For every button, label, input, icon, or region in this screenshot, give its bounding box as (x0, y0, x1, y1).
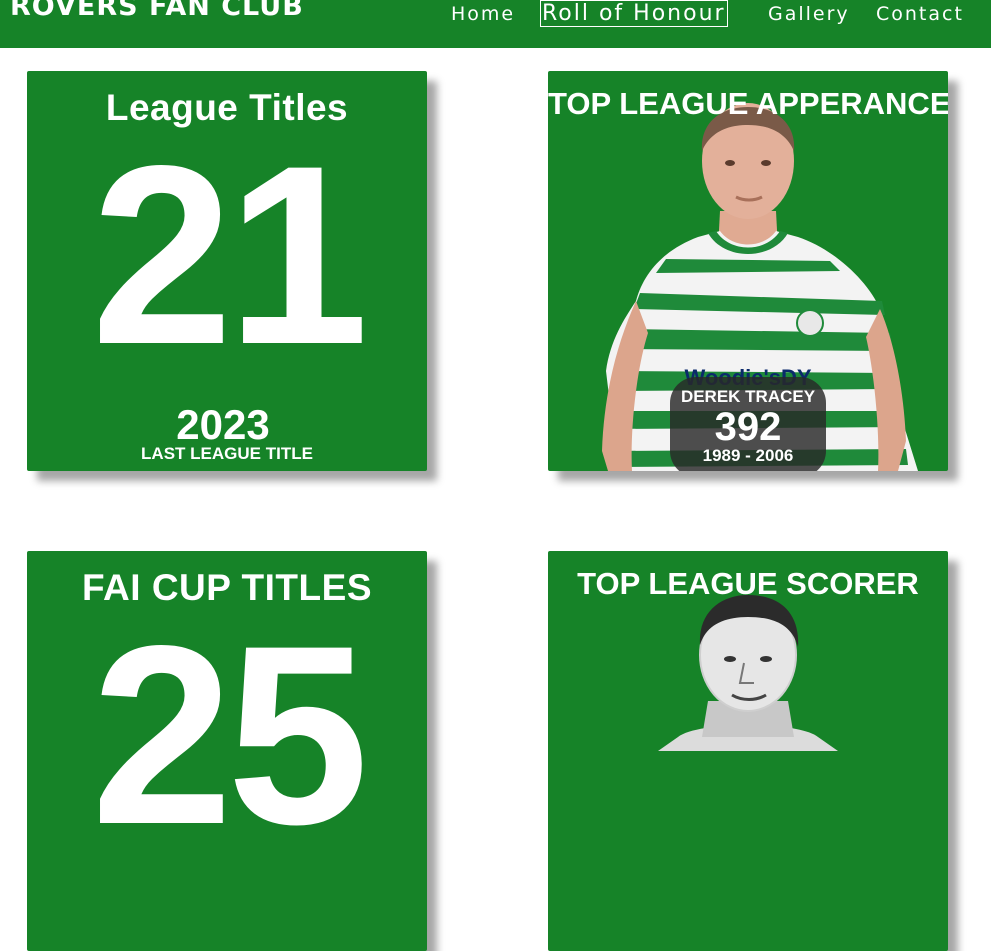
player-photo-top-scorer (658, 595, 838, 751)
fai-cup-titles-card: FAI CUP TITLES 25 (27, 551, 427, 951)
last-league-title-label: LAST LEAGUE TITLE (141, 444, 313, 463)
player-name: DEREK TRACEY (680, 387, 816, 406)
site-brand[interactable]: ROVERS FAN CLUB (10, 0, 304, 22)
top-league-appearance-heading: TOP LEAGUE APPERANCE (548, 86, 948, 121)
top-league-appearance-card: Woodie'sDY TOP LEAGUE APPERANCE DEREK TR… (548, 71, 948, 471)
league-titles-card: League Titles 21 2023 LAST LEAGUE TITLE (27, 71, 427, 471)
league-titles-count: 21 (91, 113, 369, 398)
top-league-scorer-card: TOP LEAGUE SCORER (548, 551, 948, 951)
appearance-count: 392 (714, 405, 782, 449)
last-league-title-year: 2023 (176, 401, 270, 448)
fai-cup-titles-count: 25 (91, 593, 369, 878)
nav-contact-link[interactable]: Contact (876, 1, 964, 27)
top-nav-bar: ROVERS FAN CLUB Home Roll of Honour Gall… (0, 0, 991, 48)
nav-home-link[interactable]: Home (451, 1, 515, 27)
appearance-badge: DEREK TRACEY 392 1989 - 2006 (670, 377, 826, 471)
nav-roll-of-honour-link[interactable]: Roll of Honour (540, 0, 728, 27)
top-league-scorer-heading: TOP LEAGUE SCORER (577, 566, 919, 601)
career-years: 1989 - 2006 (702, 446, 794, 465)
nav-gallery-link[interactable]: Gallery (768, 1, 850, 27)
